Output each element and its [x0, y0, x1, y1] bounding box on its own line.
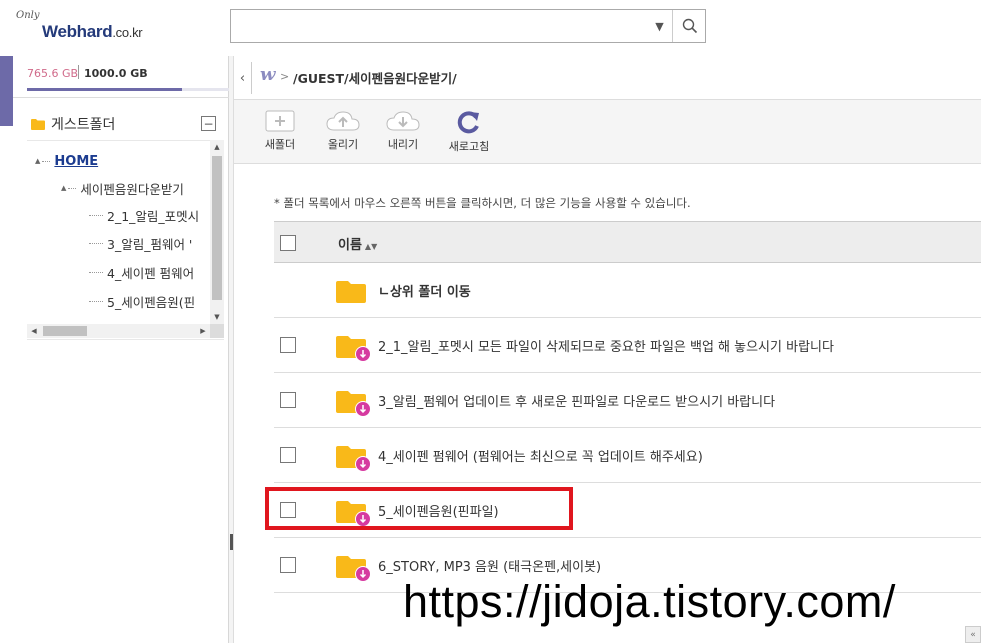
file-name: 3_알림_펌웨어 업데이트 후 새로운 핀파일로 다운로드 받으시기 바랍니다 [378, 395, 776, 410]
tree-item-home[interactable]: ▲ HOME [35, 151, 98, 171]
cloud-download-icon [386, 111, 420, 131]
parent-folder-label: ㄴ상위 폴더 이동 [378, 285, 471, 300]
upload-label: 올리기 [327, 138, 359, 151]
download-folder-icon [336, 336, 371, 362]
quota-total: 1000.0 GB [84, 67, 148, 80]
name-column-label: 이름 [338, 238, 362, 253]
tree-expand-icon: ▲ [61, 184, 67, 192]
row-checkbox[interactable] [280, 392, 296, 408]
quota-progress-bar [27, 88, 229, 91]
search-dropdown-button[interactable]: ▼ [647, 10, 673, 42]
file-name: 4_세이펜 펌웨어 (펌웨어는 최신으로 꼭 업데이트 해주세요) [378, 450, 703, 465]
tree-vertical-scrollbar[interactable]: ▲ ▼ [210, 140, 224, 324]
highlight-box [265, 487, 573, 530]
new-folder-label: 새폴더 [264, 138, 296, 151]
scroll-thumb[interactable] [43, 326, 87, 336]
file-row[interactable]: 4_세이펜 펌웨어 (펌웨어는 최신으로 꼭 업데이트 해주세요) [274, 428, 981, 483]
row-checkbox[interactable] [280, 337, 296, 353]
top-bar: Only Webhard.co.kr ▼ [0, 0, 981, 56]
tree-expand-icon: ▲ [35, 157, 41, 165]
tree-item[interactable]: 4_세이펜 펌웨어 [89, 262, 194, 282]
tree-item-label: 4_세이펜 펌웨어 [107, 265, 195, 281]
search-input[interactable] [231, 10, 646, 42]
tree-item[interactable]: 5_세이펜음원(핀 [89, 291, 195, 311]
scroll-thumb[interactable] [212, 156, 222, 300]
select-all-checkbox[interactable] [280, 235, 296, 251]
double-chevron-left-icon[interactable]: « [965, 626, 981, 643]
tree-item-label: 3_알림_펌웨어 ' [107, 236, 193, 252]
parent-folder-row[interactable]: ㄴ상위 폴더 이동 [274, 263, 981, 318]
quota-used: 765.6 GB [27, 67, 79, 80]
download-folder-icon [336, 446, 371, 472]
path-separator: > [280, 70, 290, 83]
row-checkbox[interactable] [280, 447, 296, 463]
minus-icon: − [203, 116, 214, 131]
new-folder-button[interactable]: 새폴더 [250, 110, 310, 158]
download-button[interactable]: 내리기 [373, 110, 433, 158]
side-tab-strip[interactable] [0, 56, 13, 126]
file-name: 6_STORY, MP3 음원 (태극온펜,세이봇) [378, 560, 602, 575]
download-label: 내리기 [387, 138, 419, 151]
toolbar: 새폴더 올리기 내리기 새로고침 [234, 100, 981, 164]
tree-item-label: 5_세이펜음원(핀 [107, 294, 196, 310]
scroll-left-icon[interactable]: ◀ [27, 324, 41, 338]
logo-only-text: Only [16, 10, 40, 21]
current-path: /GUEST/세이펜음원다운받기/ [293, 71, 457, 86]
logo[interactable]: Only Webhard.co.kr [14, 10, 194, 46]
search-box: ▼ [230, 9, 706, 43]
scrollbar-corner [210, 324, 224, 338]
search-icon [682, 18, 698, 34]
folder-icon [336, 281, 366, 303]
webhard-app: Only Webhard.co.kr ▼ 765.6 GB 1000.0 GB … [0, 0, 981, 643]
splitter-grip[interactable] [230, 534, 233, 550]
refresh-icon [457, 111, 479, 134]
guest-folder-header[interactable]: 게스트폴더 [31, 114, 115, 134]
tree-item[interactable]: 2_1_알림_포멧시 [89, 205, 199, 225]
file-name: 2_1_알림_포멧시 모든 파일이 삭제되므로 중요한 파일은 백업 해 놓으시… [378, 340, 834, 355]
tree-collapse-button[interactable]: − [201, 116, 216, 131]
sidebar-toggle-button[interactable]: ‹ [234, 62, 252, 94]
guest-folder-label: 게스트폴더 [51, 117, 116, 133]
file-row[interactable]: 2_1_알림_포멧시 모든 파일이 삭제되므로 중요한 파일은 백업 해 놓으시… [274, 318, 981, 373]
tree-item-label: HOME [54, 153, 99, 169]
new-folder-icon [265, 110, 295, 132]
tree-item-sayepen-download[interactable]: ▲ 세이펜음원다운받기 [61, 178, 184, 198]
download-folder-icon [336, 556, 371, 582]
tree-item[interactable]: 3_알림_펌웨어 ' [89, 233, 192, 253]
cloud-upload-icon [326, 111, 360, 131]
logo-brand: Webhard.co.kr [42, 22, 143, 42]
folder-tree: ▲ HOME ▲ 세이펜음원다운받기 2_1_알림_포멧시 3_알림_펌웨어 ' 4… [27, 140, 224, 340]
scroll-down-icon[interactable]: ▼ [210, 310, 224, 324]
logo-brand-text: Webhard [42, 22, 113, 41]
download-folder-icon [336, 391, 371, 417]
caret-down-icon: ▼ [655, 19, 664, 33]
quota-divider [78, 65, 79, 79]
tree-item-label: 2_1_알림_포멧시 [107, 208, 200, 224]
row-checkbox[interactable] [280, 557, 296, 573]
usage-hint: * 폴더 목록에서 마우스 오른쪽 버튼을 클릭하시면, 더 많은 기능을 사용… [274, 196, 691, 210]
refresh-button[interactable]: 새로고침 [439, 110, 499, 158]
file-row[interactable]: 3_알림_펌웨어 업데이트 후 새로운 핀파일로 다운로드 받으시기 바랍니다 [274, 373, 981, 428]
sort-icon: ▲▼ [364, 242, 378, 251]
webhard-w-icon: w [260, 64, 276, 85]
quota-progress-fill [27, 88, 182, 91]
scroll-right-icon[interactable]: ▶ [196, 324, 210, 338]
logo-domain-text: .co.kr [112, 25, 143, 40]
scroll-up-icon[interactable]: ▲ [210, 140, 224, 154]
chevron-left-icon: ‹ [239, 70, 246, 86]
tree-horizontal-scrollbar[interactable]: ◀ ▶ [27, 324, 224, 338]
path-bar: ‹ w > /GUEST/세이펜음원다운받기/ [234, 56, 981, 100]
search-button[interactable] [674, 10, 706, 42]
storage-quota: 765.6 GB 1000.0 GB [13, 56, 229, 98]
name-column-header[interactable]: 이름 ▲▼ [338, 234, 377, 253]
upload-button[interactable]: 올리기 [313, 110, 373, 158]
refresh-label: 새로고침 [448, 140, 490, 153]
watermark: https://jidoja.tistory.com/ [403, 576, 896, 627]
file-list-header: 이름 ▲▼ [274, 221, 981, 263]
tree-item-label: 세이펜음원다운받기 [80, 181, 184, 197]
folder-icon [31, 119, 45, 130]
sidebar: 765.6 GB 1000.0 GB 게스트폴더 − ▲ HOME ▲ 세이펜음원다… [13, 56, 229, 643]
